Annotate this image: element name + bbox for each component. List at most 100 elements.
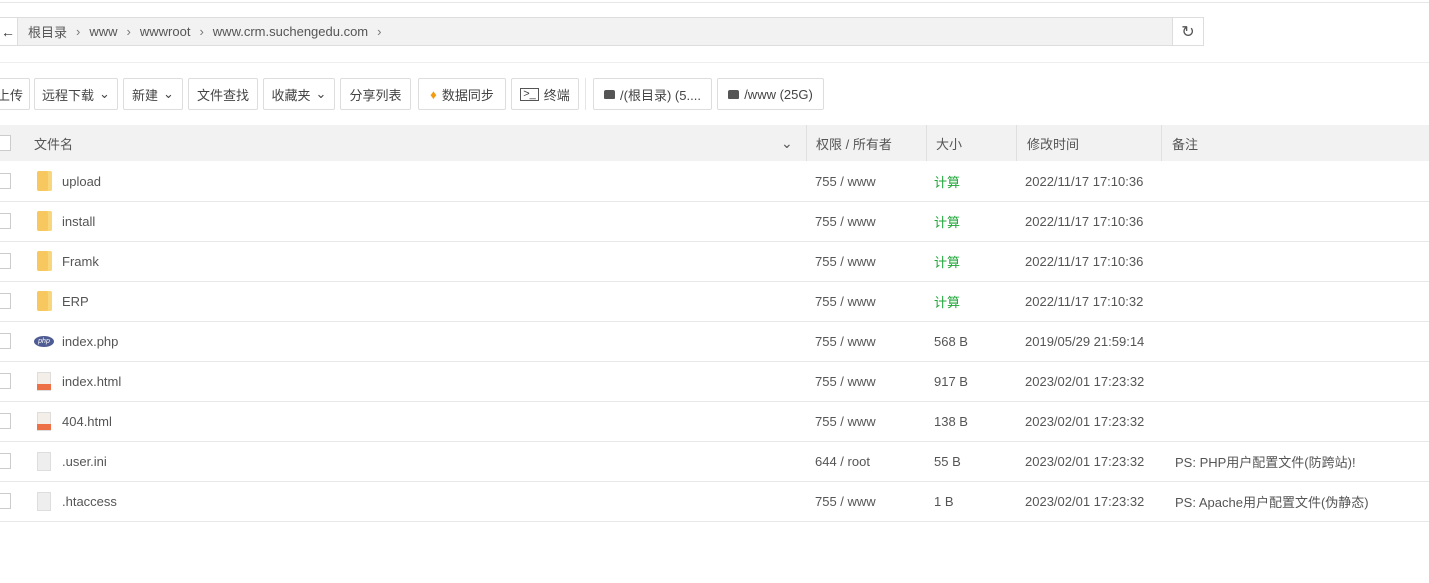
file-name[interactable]: Framk xyxy=(62,254,99,269)
file-mtime: 2022/11/17 17:10:36 xyxy=(1025,213,1144,229)
file-size: 917 B xyxy=(934,373,968,389)
file-size[interactable]: 计算 xyxy=(934,212,960,231)
row-checkbox[interactable] xyxy=(0,493,11,509)
share-list-button[interactable]: 分享列表 xyxy=(340,78,411,110)
file-size[interactable]: 计算 xyxy=(934,252,960,271)
upload-label: 上传 xyxy=(0,87,23,103)
table-row[interactable]: index.html 755 / www 917 B 2023/02/01 17… xyxy=(0,361,1429,402)
html-file-icon xyxy=(37,411,51,431)
back-arrow-icon[interactable]: ← xyxy=(0,18,18,45)
file-size: 568 B xyxy=(934,333,968,349)
diamond-icon: ♦ xyxy=(430,86,437,102)
row-checkbox[interactable] xyxy=(0,253,11,269)
file-note[interactable]: PS: PHP用户配置文件(防跨站)! xyxy=(1175,452,1356,471)
col-mtime[interactable]: 修改时间 xyxy=(1027,134,1079,153)
chevron-right-icon: › xyxy=(199,24,204,39)
file-size: 138 B xyxy=(934,413,968,429)
data-sync-button[interactable]: ♦ 数据同步 xyxy=(418,78,506,110)
file-mtime: 2023/02/01 17:23:32 xyxy=(1025,373,1145,389)
row-checkbox[interactable] xyxy=(0,173,11,189)
refresh-icon[interactable]: ↻ xyxy=(1172,18,1203,45)
file-name[interactable]: index.html xyxy=(62,374,121,389)
chevron-down-icon[interactable]: ⌄ xyxy=(781,135,793,152)
table-row[interactable]: 404.html 755 / www 138 B 2023/02/01 17:2… xyxy=(0,401,1429,442)
chevron-down-icon: ⌄ xyxy=(163,86,174,101)
new-label: 新建 xyxy=(132,87,159,103)
breadcrumb: 根目录 › www › wwwroot › www.crm.suchengedu.co… xyxy=(18,22,390,41)
select-all-checkbox[interactable] xyxy=(0,135,11,151)
row-checkbox[interactable] xyxy=(0,373,11,389)
table-row[interactable]: php index.php 755 / www 568 B 2019/05/29… xyxy=(0,321,1429,362)
col-name[interactable]: 文件名 xyxy=(34,134,73,153)
file-search-button[interactable]: 文件查找 xyxy=(188,78,258,110)
disk-www-label: /www (25G) xyxy=(744,86,813,102)
file-note[interactable]: PS: Apache用户配置文件(伪静态) xyxy=(1175,492,1369,511)
file-mtime: 2022/11/17 17:10:36 xyxy=(1025,253,1144,269)
table-row[interactable]: upload 755 / www 计算 2022/11/17 17:10:36 xyxy=(0,161,1429,202)
row-checkbox[interactable] xyxy=(0,453,11,469)
crumb-site[interactable]: www.crm.suchengedu.com xyxy=(213,24,368,39)
row-checkbox[interactable] xyxy=(0,413,11,429)
file-name[interactable]: .htaccess xyxy=(62,494,117,509)
file-perm[interactable]: 755 / www xyxy=(815,294,876,309)
folder-icon xyxy=(37,211,52,231)
php-file-icon: php xyxy=(34,335,54,347)
remote-download-label: 远程下载 xyxy=(42,87,95,103)
file-name[interactable]: install xyxy=(62,214,95,229)
table-row[interactable]: ERP 755 / www 计算 2022/11/17 17:10:32 xyxy=(0,281,1429,322)
table-row[interactable]: install 755 / www 计算 2022/11/17 17:10:36 xyxy=(0,201,1429,242)
folder-icon xyxy=(37,251,52,271)
file-search-label: 文件查找 xyxy=(196,87,249,103)
row-checkbox[interactable] xyxy=(0,293,11,309)
row-checkbox[interactable] xyxy=(0,213,11,229)
file-perm[interactable]: 755 / www xyxy=(815,214,876,229)
file-name[interactable]: index.php xyxy=(62,334,118,349)
file-size[interactable]: 计算 xyxy=(934,292,960,311)
file-name[interactable]: ERP xyxy=(62,294,89,309)
file-perm[interactable]: 755 / www xyxy=(815,334,876,349)
table-row[interactable]: Framk 755 / www 计算 2022/11/17 17:10:36 xyxy=(0,241,1429,282)
col-size[interactable]: 大小 xyxy=(936,134,962,153)
address-bar[interactable]: ← 根目录 › www › wwwroot › www.crm.suchengedu.… xyxy=(0,17,1204,46)
crumb-root[interactable]: 根目录 xyxy=(28,22,67,41)
file-mtime: 2019/05/29 21:59:14 xyxy=(1025,333,1145,349)
col-note[interactable]: 备注 xyxy=(1172,134,1198,153)
new-button[interactable]: 新建 ⌄ xyxy=(123,78,183,110)
upload-button[interactable]: 上传 xyxy=(0,78,30,110)
chevron-down-icon: ⌄ xyxy=(315,86,327,101)
crumb-wwwroot[interactable]: wwwroot xyxy=(140,24,191,39)
folder-icon xyxy=(37,291,52,311)
file-perm[interactable]: 755 / www xyxy=(815,174,876,189)
file-mtime: 2022/11/17 17:10:32 xyxy=(1025,293,1144,309)
file-mtime: 2023/02/01 17:23:32 xyxy=(1025,453,1145,469)
html-file-icon xyxy=(37,371,51,391)
row-checkbox[interactable] xyxy=(0,333,11,349)
text-file-icon xyxy=(37,491,51,511)
divider xyxy=(585,78,586,110)
file-perm[interactable]: 755 / www xyxy=(815,374,876,389)
table-row[interactable]: .htaccess 755 / www 1 B 2023/02/01 17:23… xyxy=(0,481,1429,522)
file-perm[interactable]: 755 / www xyxy=(815,494,876,509)
data-sync-label: 数据同步 xyxy=(441,87,494,103)
disk-www-button[interactable]: /www (25G) xyxy=(717,78,824,110)
file-size[interactable]: 计算 xyxy=(934,172,960,191)
favorites-button[interactable]: 收藏夹 ⌄ xyxy=(263,78,335,110)
file-name[interactable]: .user.ini xyxy=(62,454,107,469)
file-name[interactable]: upload xyxy=(62,174,101,189)
hard-drive-icon xyxy=(604,89,616,99)
file-perm[interactable]: 644 / root xyxy=(815,454,870,469)
disk-root-button[interactable]: /(根目录) (5.... xyxy=(593,78,712,110)
share-list-label: 分享列表 xyxy=(349,87,402,103)
top-border xyxy=(0,0,1429,3)
chevron-right-icon: › xyxy=(377,24,382,39)
remote-download-button[interactable]: 远程下载 ⌄ xyxy=(34,78,118,110)
table-row[interactable]: .user.ini 644 / root 55 B 2023/02/01 17:… xyxy=(0,441,1429,482)
col-perm[interactable]: 权限 / 所有者 xyxy=(816,134,892,153)
terminal-button[interactable]: >_ 终端 xyxy=(511,78,579,110)
favorites-label: 收藏夹 xyxy=(271,87,311,103)
file-name[interactable]: 404.html xyxy=(62,414,112,429)
file-mtime: 2023/02/01 17:23:32 xyxy=(1025,413,1145,429)
file-perm[interactable]: 755 / www xyxy=(815,254,876,269)
file-perm[interactable]: 755 / www xyxy=(815,414,876,429)
crumb-www[interactable]: www xyxy=(89,24,117,39)
